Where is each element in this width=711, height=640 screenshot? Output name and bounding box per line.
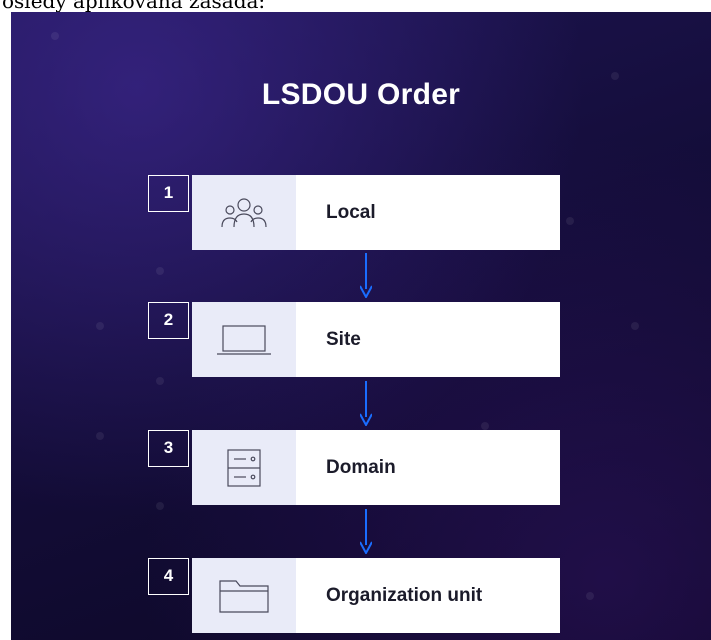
background-dot: [156, 267, 164, 275]
background-dot: [96, 432, 104, 440]
background-dot: [481, 422, 489, 430]
step-number: 3: [148, 430, 189, 467]
step-label: Domain: [326, 456, 396, 478]
background-dot: [631, 322, 639, 330]
step-card: Organization unit: [192, 558, 560, 633]
icon-cell: [192, 302, 296, 377]
background-dot: [51, 32, 59, 40]
laptop-icon: [217, 324, 271, 355]
arrow-down-icon: [360, 253, 372, 298]
step-card: Site: [192, 302, 560, 377]
background-dot: [586, 592, 594, 600]
icon-cell: [192, 558, 296, 633]
background-dot: [156, 502, 164, 510]
diagram-panel: LSDOU Order 1 Local 2 Site 3 Domain 4 Or…: [11, 12, 711, 640]
diagram-title: LSDOU Order: [261, 78, 461, 111]
step-number: 1: [148, 175, 189, 212]
arrow-down-icon: [360, 509, 372, 554]
step-label: Site: [326, 328, 361, 350]
icon-cell: [192, 430, 296, 505]
icon-cell: [192, 175, 296, 250]
background-dot: [156, 377, 164, 385]
step-card: Local: [192, 175, 560, 250]
step-number: 4: [148, 558, 189, 595]
background-dot: [96, 322, 104, 330]
step-label: Organization unit: [326, 584, 483, 606]
folder-icon: [219, 579, 269, 613]
users-group-icon: [221, 197, 267, 227]
step-label: Local: [326, 201, 376, 223]
background-dot: [566, 217, 574, 225]
arrow-down-icon: [360, 381, 372, 426]
top-caption: osledy aplikovaná zásada:: [2, 0, 266, 13]
step-card: Domain: [192, 430, 560, 505]
server-icon: [227, 448, 261, 487]
step-number: 2: [148, 302, 189, 339]
